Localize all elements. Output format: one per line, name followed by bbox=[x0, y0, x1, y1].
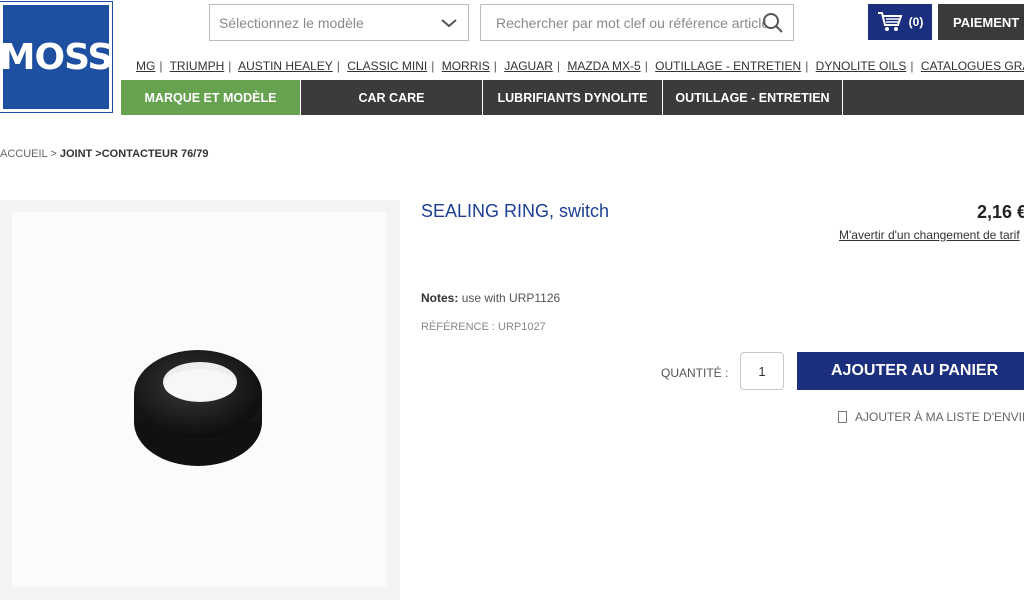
product-notes: Notes: use with URP1126 bbox=[421, 291, 560, 305]
cart-count: (0) bbox=[908, 15, 924, 29]
breadcrumb: ACCUEIL > JOINT >CONTACTEUR 76/79 bbox=[0, 148, 208, 160]
moss-logo[interactable]: MOSS bbox=[0, 1, 113, 113]
brand-link-morris[interactable]: MORRIS bbox=[442, 59, 490, 73]
main-nav: MARQUE ET MODÈLE CAR CARE LUBRIFIANTS DY… bbox=[121, 80, 1024, 115]
model-select-placeholder: Sélectionnez le modèle bbox=[219, 14, 364, 31]
quantity-label: QUANTITÉ : bbox=[661, 366, 729, 380]
product-reference: RÉFÉRENCE : URP1027 bbox=[421, 321, 546, 333]
nav-item-marque-modele[interactable]: MARQUE ET MODÈLE bbox=[121, 80, 301, 115]
product-image[interactable] bbox=[12, 212, 387, 587]
model-select[interactable]: Sélectionnez le modèle bbox=[209, 4, 469, 41]
price-alert-link[interactable]: M'avertir d'un changement de tarif bbox=[839, 228, 1020, 242]
add-to-cart-button[interactable]: AJOUTER AU PANIER bbox=[797, 352, 1024, 390]
checkout-button[interactable]: PAIEMENT bbox=[938, 4, 1024, 40]
chevron-down-icon bbox=[441, 19, 457, 28]
cart-icon bbox=[877, 12, 903, 31]
brand-link-triumph[interactable]: TRIUMPH bbox=[170, 59, 225, 73]
brand-link-classic-mini[interactable]: CLASSIC MINI bbox=[347, 59, 427, 73]
nav-item-outillage[interactable]: OUTILLAGE - ENTRETIEN bbox=[663, 80, 843, 115]
nav-item-lubrifiants[interactable]: LUBRIFIANTS DYNOLITE bbox=[483, 80, 663, 115]
wishlist-link[interactable]: AJOUTER À MA LISTE D'ENVIES bbox=[838, 410, 1024, 424]
product-title: SEALING RING, switch bbox=[421, 201, 610, 221]
cart-button[interactable]: (0) bbox=[868, 4, 932, 40]
logo-text: MOSS bbox=[0, 36, 113, 78]
brand-link-mg[interactable]: MG bbox=[136, 59, 155, 73]
breadcrumb-separator: > bbox=[50, 148, 57, 160]
notes-label: Notes: bbox=[421, 291, 459, 305]
sealing-ring-image bbox=[134, 350, 262, 466]
quantity-input[interactable] bbox=[740, 352, 784, 390]
nav-item-empty bbox=[843, 80, 1024, 115]
brand-link-dynolite-oils[interactable]: DYNOLITE OILS bbox=[816, 59, 907, 73]
wishlist-label: AJOUTER À MA LISTE D'ENVIES bbox=[855, 410, 1024, 424]
search-input[interactable] bbox=[496, 14, 766, 31]
breadcrumb-current: JOINT >CONTACTEUR 76/79 bbox=[59, 148, 209, 160]
search-icon[interactable] bbox=[762, 12, 784, 34]
brand-link-austin-healey[interactable]: AUSTIN HEALEY bbox=[238, 59, 333, 73]
brand-link-catalogues[interactable]: CATALOGUES GRATUITS bbox=[921, 59, 1024, 73]
notes-value: use with URP1126 bbox=[461, 291, 561, 305]
nav-item-car-care[interactable]: CAR CARE bbox=[301, 80, 483, 115]
product-image-panel bbox=[0, 200, 400, 600]
bookmark-icon bbox=[838, 411, 847, 423]
product-price: 2,16 € bbox=[977, 202, 1024, 222]
brand-link-outillage[interactable]: OUTILLAGE - ENTRETIEN bbox=[655, 59, 801, 73]
breadcrumb-home[interactable]: ACCUEIL bbox=[0, 148, 47, 160]
search-box bbox=[480, 4, 794, 41]
brand-links: MG | TRIUMPH | AUSTIN HEALEY | CLASSIC MINI… bbox=[136, 59, 1024, 73]
brand-link-jaguar[interactable]: JAGUAR bbox=[504, 59, 553, 73]
brand-link-mazda-mx5[interactable]: MAZDA MX-5 bbox=[567, 59, 640, 73]
